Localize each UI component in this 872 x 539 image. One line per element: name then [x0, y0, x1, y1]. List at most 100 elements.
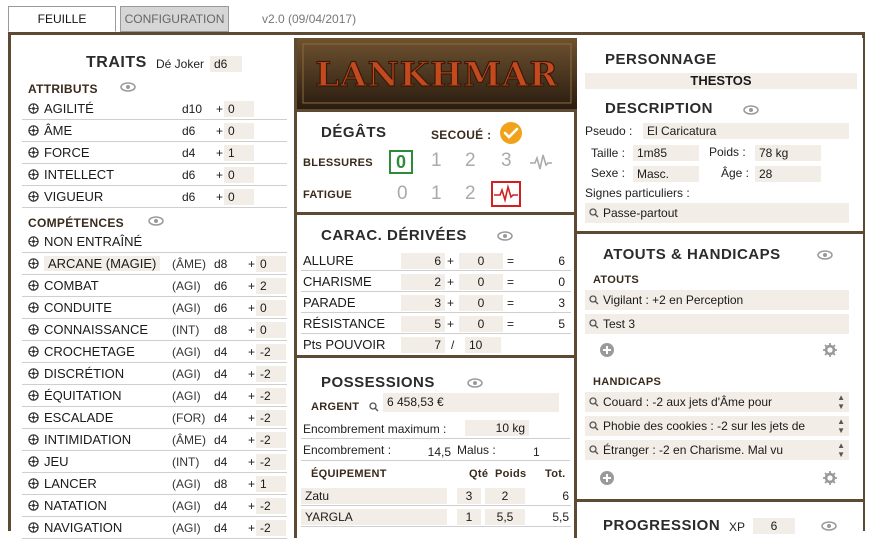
- equipment-qty-field[interactable]: 1: [457, 509, 481, 525]
- skill-row[interactable]: CONDUITE (AGI) d6 +0: [22, 297, 287, 319]
- equipment-qty-field[interactable]: 3: [457, 488, 481, 504]
- search-icon[interactable]: [369, 402, 379, 412]
- attribute-die[interactable]: d10: [182, 102, 202, 116]
- skill-row[interactable]: NAVIGATION (AGI) d4 + -2: [22, 517, 287, 539]
- skill-mod-field[interactable]: 1: [256, 476, 286, 492]
- die-icon[interactable]: [28, 500, 39, 511]
- eye-icon[interactable]: [817, 250, 833, 260]
- atout-row[interactable]: Vigilant : +2 en Perception: [585, 290, 849, 310]
- die-icon[interactable]: [28, 280, 39, 291]
- secoue-check-icon[interactable]: [499, 121, 523, 145]
- carac-base-field[interactable]: 3: [401, 295, 445, 311]
- skill-mod-field[interactable]: -2: [256, 432, 286, 448]
- equipment-name-field[interactable]: YARGLA: [301, 509, 447, 525]
- skill-row[interactable]: ESCALADE (FOR) d4 + -2: [22, 407, 287, 429]
- die-icon[interactable]: [28, 412, 39, 423]
- skill-row[interactable]: CROCHETAGE (AGI) d4 + -2: [22, 341, 287, 363]
- tab-feuille[interactable]: FEUILLE: [8, 6, 116, 32]
- skill-row-non-entraine[interactable]: NON ENTRAÎNÉ: [22, 231, 287, 253]
- die-icon[interactable]: [28, 522, 39, 533]
- skill-mod-field[interactable]: 0: [256, 322, 286, 338]
- carac-base-field[interactable]: 2: [401, 274, 445, 290]
- argent-field[interactable]: 6 458,53 €: [383, 393, 559, 412]
- skill-row[interactable]: JEU (INT) d4 + -2: [22, 451, 287, 473]
- skill-die[interactable]: d4: [214, 521, 227, 535]
- equipment-weight-field[interactable]: 5,5: [485, 509, 525, 525]
- pouvoir-current-field[interactable]: 7: [401, 337, 445, 353]
- skill-die[interactable]: d8: [214, 257, 227, 271]
- incapacitated-icon[interactable]: [529, 150, 553, 174]
- poids-field[interactable]: 78 kg: [755, 145, 821, 161]
- die-icon[interactable]: [28, 125, 39, 136]
- carac-base-field[interactable]: 5: [401, 316, 445, 332]
- handicap-row[interactable]: Phobie des cookies : -2 sur les jets de ▲…: [585, 416, 849, 436]
- character-name-field[interactable]: THESTOS: [585, 73, 857, 89]
- skill-die[interactable]: d4: [214, 455, 227, 469]
- pouvoir-max-field[interactable]: 10: [465, 337, 501, 353]
- attribute-mod-field[interactable]: 0: [224, 189, 254, 205]
- skill-die[interactable]: d6: [214, 279, 227, 293]
- attribute-die[interactable]: d4: [182, 146, 195, 160]
- joker-die-field[interactable]: d6: [210, 56, 242, 72]
- eye-icon[interactable]: [497, 231, 513, 241]
- exhausted-icon[interactable]: [491, 181, 521, 207]
- fatigue-1[interactable]: 1: [431, 183, 442, 205]
- carac-mod-field[interactable]: 0: [459, 295, 503, 311]
- gear-icon[interactable]: [823, 343, 837, 357]
- die-icon[interactable]: [28, 346, 39, 357]
- attribute-die[interactable]: d6: [182, 168, 195, 182]
- die-icon[interactable]: [28, 434, 39, 445]
- skill-mod-field[interactable]: -2: [256, 520, 286, 536]
- die-icon[interactable]: [28, 258, 39, 269]
- attribute-row[interactable]: VIGUEUR d6 +0: [22, 186, 287, 208]
- fatigue-0[interactable]: 0: [397, 183, 408, 205]
- die-icon[interactable]: [28, 478, 39, 489]
- die-icon[interactable]: [28, 302, 39, 313]
- die-icon[interactable]: [28, 191, 39, 202]
- age-field[interactable]: 28: [755, 166, 821, 182]
- taille-field[interactable]: 1m85: [633, 145, 699, 161]
- skill-mod-field[interactable]: -2: [256, 388, 286, 404]
- skill-die[interactable]: d4: [214, 345, 227, 359]
- attribute-row[interactable]: FORCE d4 +1: [22, 142, 287, 164]
- attribute-mod-field[interactable]: 0: [224, 101, 254, 117]
- skill-row[interactable]: DISCRÉTION (AGI) d4 + -2: [22, 363, 287, 385]
- attribute-row[interactable]: INTELLECT d6 +0: [22, 164, 287, 186]
- handicap-row[interactable]: Couard : -2 aux jets d'Âme pour ▲ ▼: [585, 392, 849, 412]
- attribute-die[interactable]: d6: [182, 124, 195, 138]
- equipment-weight-field[interactable]: 2: [485, 488, 525, 504]
- fatigue-2[interactable]: 2: [465, 183, 476, 205]
- eye-icon[interactable]: [120, 82, 136, 92]
- skill-die[interactable]: d8: [214, 477, 227, 491]
- spinner-icon[interactable]: ▲ ▼: [837, 441, 845, 459]
- attribute-mod-field[interactable]: 0: [224, 123, 254, 139]
- eye-icon[interactable]: [743, 105, 759, 115]
- skill-die[interactable]: d8: [214, 323, 227, 337]
- pseudo-field[interactable]: El Caricatura: [643, 123, 849, 139]
- die-icon[interactable]: [28, 236, 39, 247]
- search-icon[interactable]: [589, 295, 599, 305]
- skill-die[interactable]: d4: [214, 411, 227, 425]
- skill-row[interactable]: INTIMIDATION (ÂME) d4 + -2: [22, 429, 287, 451]
- blessure-1[interactable]: 1: [431, 150, 442, 172]
- skill-mod-field[interactable]: 0: [256, 256, 286, 272]
- signes-field[interactable]: Passe-partout: [585, 203, 849, 223]
- skill-die[interactable]: d4: [214, 389, 227, 403]
- equipment-name-field[interactable]: Zatu: [301, 488, 447, 504]
- die-icon[interactable]: [28, 368, 39, 379]
- skill-row[interactable]: NATATION (AGI) d4 + -2: [22, 495, 287, 517]
- carac-mod-field[interactable]: 0: [459, 274, 503, 290]
- equipment-row[interactable]: Zatu 3 2 6: [301, 486, 571, 506]
- attribute-mod-field[interactable]: 0: [224, 167, 254, 183]
- search-icon[interactable]: [589, 445, 599, 455]
- skill-mod-field[interactable]: -2: [256, 410, 286, 426]
- handicap-row[interactable]: Étranger : -2 en Charisme. Mal vu ▲ ▼: [585, 440, 849, 460]
- skill-row[interactable]: CONNAISSANCE (INT) d8 +0: [22, 319, 287, 341]
- skill-die[interactable]: d6: [214, 301, 227, 315]
- equipment-row[interactable]: YARGLA 1 5,5 5,5: [301, 507, 571, 527]
- die-icon[interactable]: [28, 169, 39, 180]
- die-icon[interactable]: [28, 456, 39, 467]
- gear-icon[interactable]: [823, 471, 837, 485]
- skill-row[interactable]: ARCANE (MAGIE) (ÂME) d8 +0: [22, 253, 287, 275]
- skill-die[interactable]: d4: [214, 433, 227, 447]
